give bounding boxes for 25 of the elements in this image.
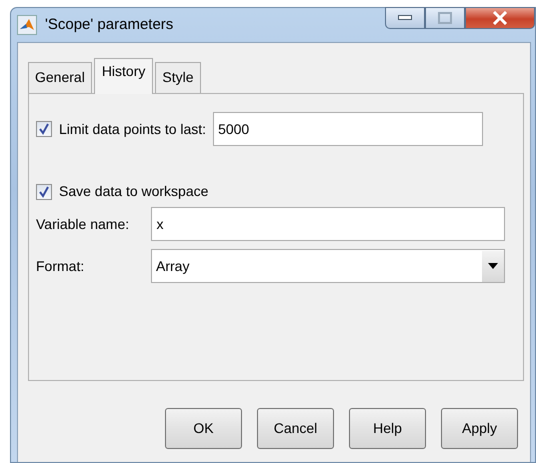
close-button[interactable] xyxy=(465,7,535,29)
close-icon xyxy=(492,11,508,25)
dialog-button[interactable]: Help xyxy=(349,408,426,449)
tab[interactable]: History xyxy=(94,58,154,94)
checkbox[interactable] xyxy=(36,184,52,200)
dialog-button[interactable]: Cancel xyxy=(257,408,334,449)
caret-icon xyxy=(488,263,498,269)
input-field[interactable]: 5000 xyxy=(213,112,484,146)
format-dropdown[interactable]: Array xyxy=(151,249,505,283)
field-label: Variable name: xyxy=(36,214,130,234)
tab[interactable]: General xyxy=(28,62,92,93)
checkbox[interactable] xyxy=(36,121,52,137)
checkbox-label: Limit data points to last: xyxy=(59,120,206,139)
tab[interactable]: Style xyxy=(155,62,200,93)
dialog-button[interactable]: Apply xyxy=(441,408,518,449)
maximize-icon xyxy=(438,12,452,24)
app-icon xyxy=(17,15,37,35)
checkbox-label: Save data to workspace xyxy=(59,182,208,201)
minimize-button[interactable] xyxy=(385,7,425,29)
minimize-icon xyxy=(398,15,412,21)
window-title: 'Scope' parameters xyxy=(45,14,174,35)
dialog-button[interactable]: OK xyxy=(165,408,242,449)
input-field[interactable]: x xyxy=(151,207,505,241)
maximize-button[interactable] xyxy=(425,7,465,29)
field-label: Format: xyxy=(36,256,86,276)
